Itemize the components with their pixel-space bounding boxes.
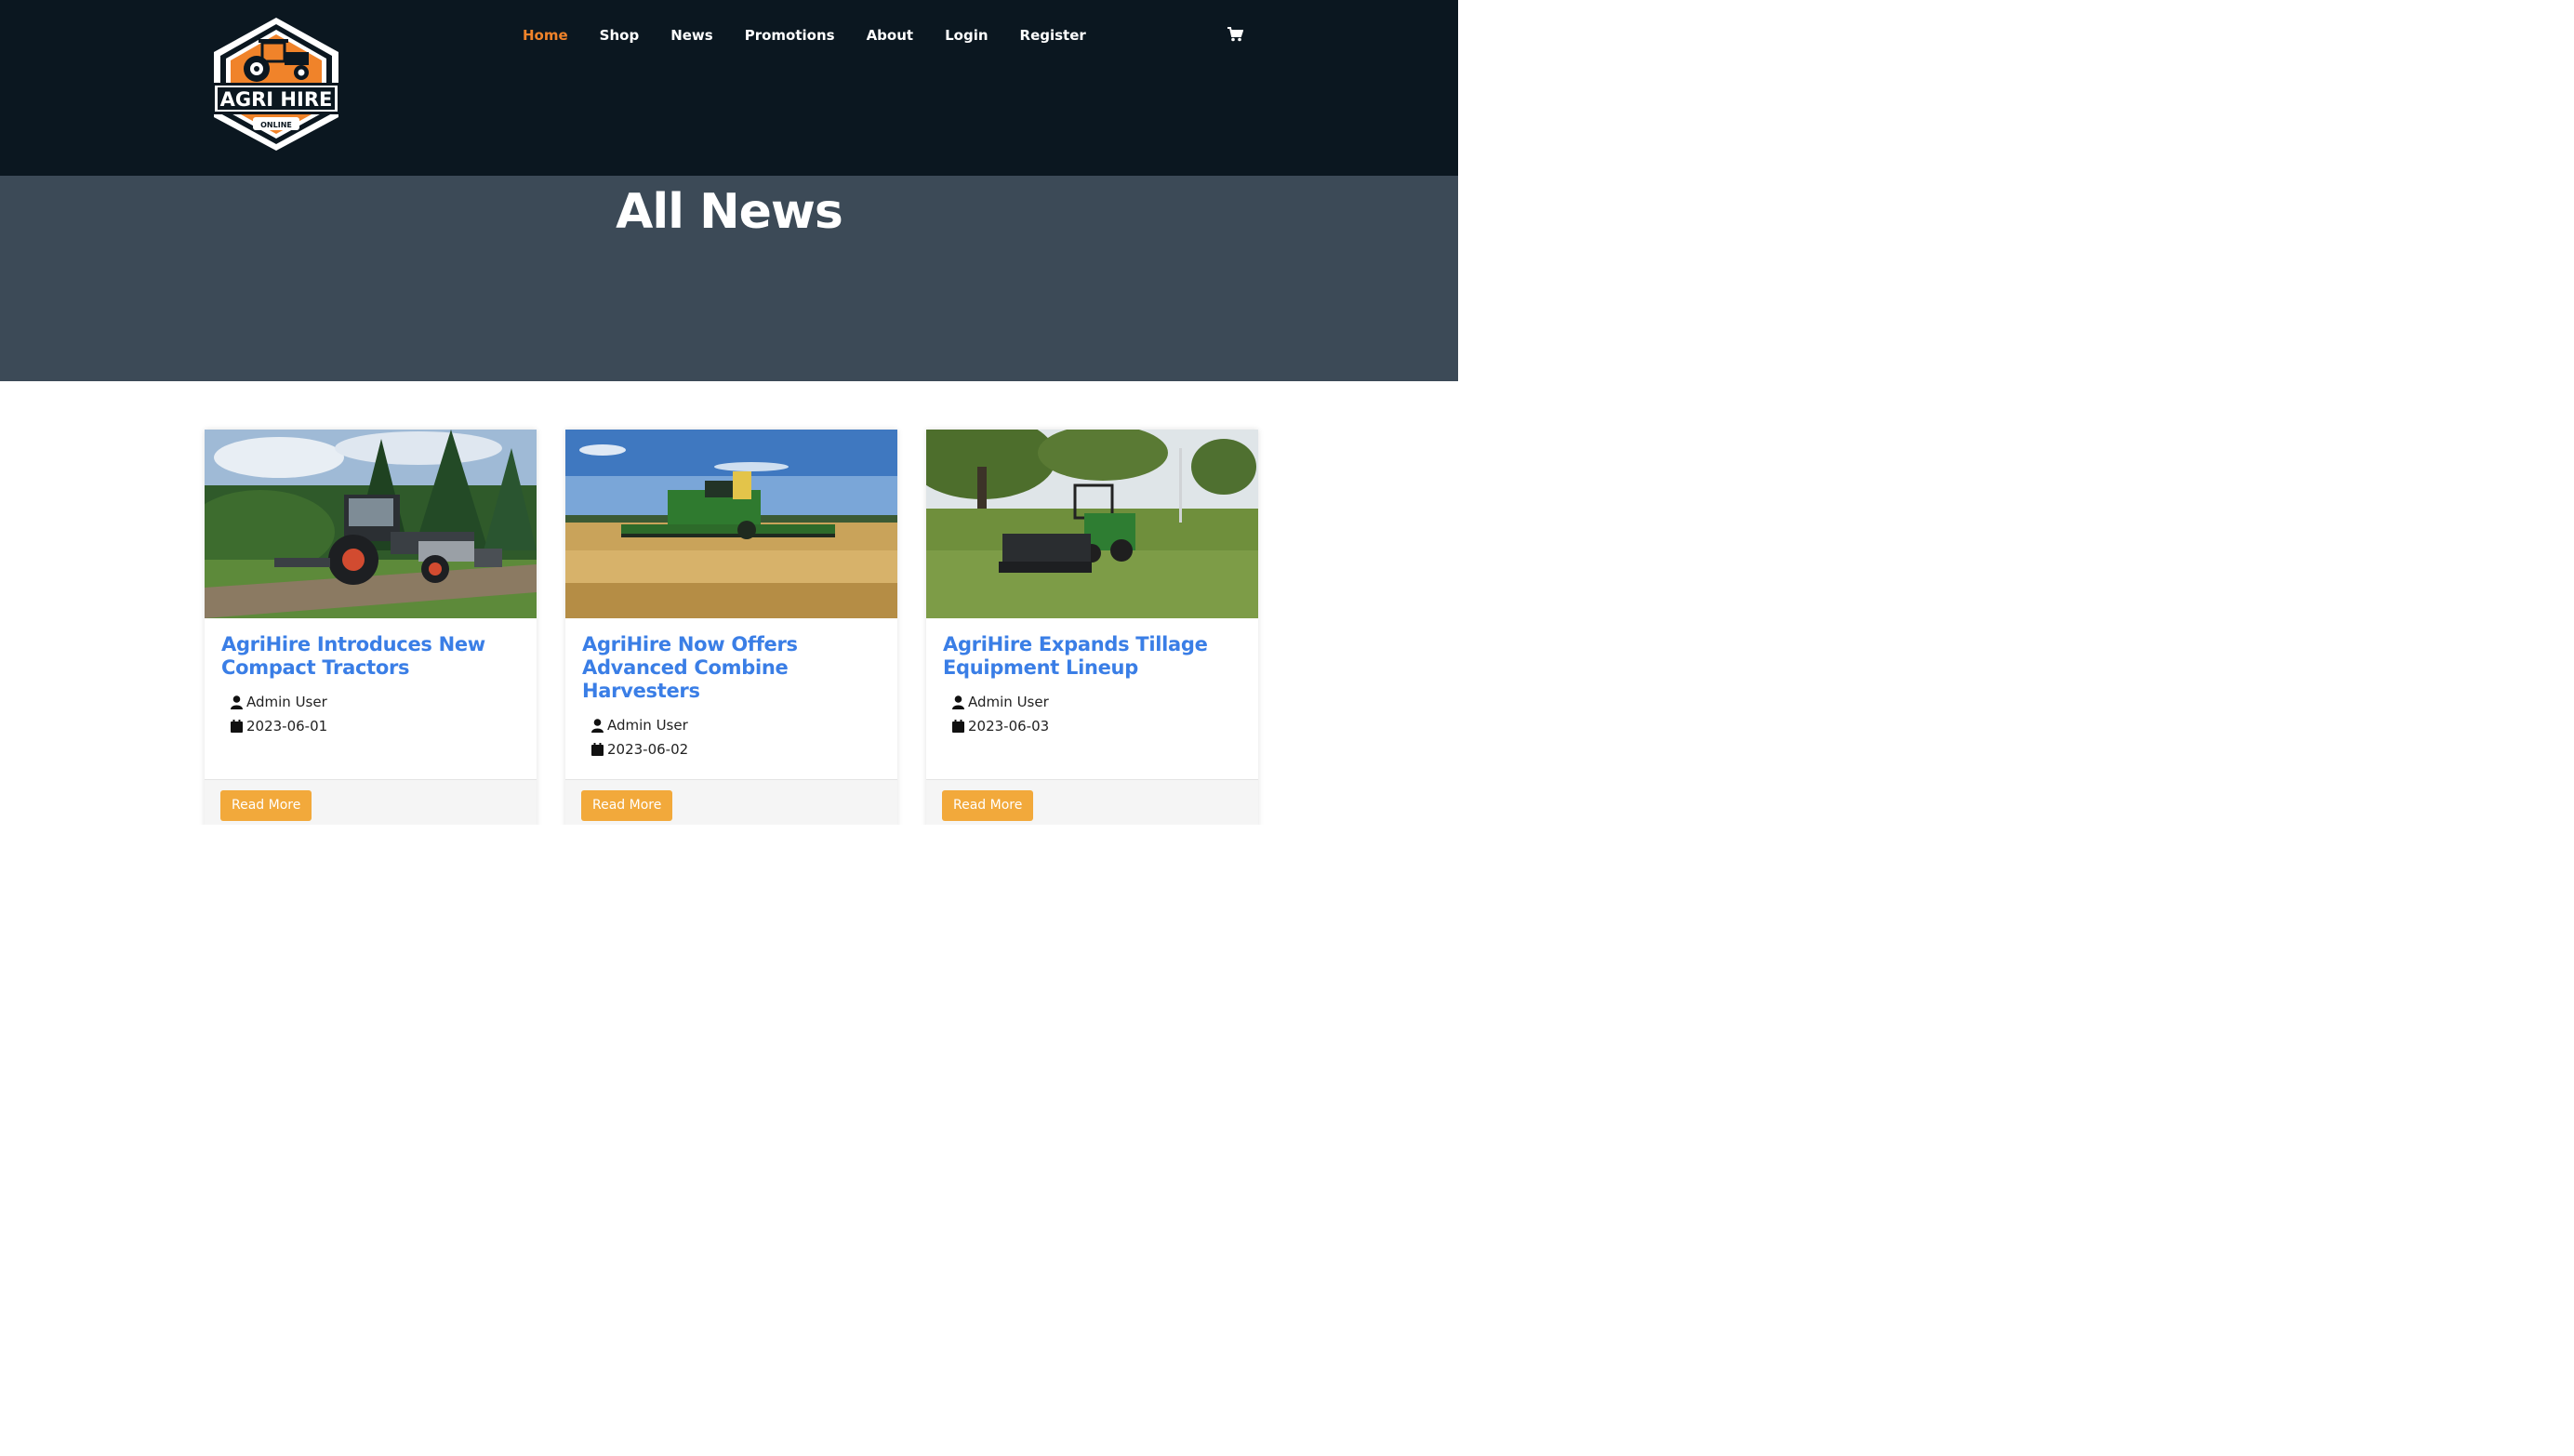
card-footer: Read More (926, 779, 1258, 825)
news-date-value: 2023-06-01 (246, 718, 328, 735)
nav-about[interactable]: About (867, 24, 914, 46)
calendar-icon (591, 743, 604, 756)
card-footer: Read More (565, 779, 897, 825)
logo-tagline: ONLINE (260, 121, 292, 129)
news-date-value: 2023-06-02 (607, 741, 689, 758)
news-card: AgriHire Introduces New Compact Tractors… (205, 430, 537, 825)
news-title[interactable]: AgriHire Now Offers Advanced Combine Har… (582, 633, 880, 703)
news-date: 2023-06-03 (952, 718, 1049, 735)
read-more-button[interactable]: Read More (220, 790, 312, 821)
news-card: AgriHire Expands Tillage Equipment Lineu… (926, 430, 1258, 825)
page-title: All News (616, 184, 843, 240)
nav-news[interactable]: News (670, 24, 713, 46)
cart-icon[interactable] (1227, 26, 1243, 43)
user-icon (952, 695, 964, 709)
news-author-name: Admin User (607, 717, 688, 734)
news-author: Admin User (231, 694, 327, 710)
news-author-name: Admin User (246, 694, 327, 710)
agri-hire-logo[interactable]: AGRI HIRE ONLINE (208, 15, 344, 152)
nav-shop[interactable]: Shop (600, 24, 640, 46)
nav-login[interactable]: Login (945, 24, 988, 46)
user-icon (231, 695, 243, 709)
news-image-compact-tractor[interactable] (205, 430, 537, 618)
site-header: AGRI HIRE ONLINE Home Shop News Promotio… (0, 0, 1458, 176)
logo-text: AGRI HIRE (220, 88, 333, 111)
news-author-name: Admin User (968, 694, 1049, 710)
card-footer: Read More (205, 779, 537, 825)
news-date: 2023-06-01 (231, 718, 327, 735)
news-author: Admin User (591, 717, 688, 734)
calendar-icon (952, 720, 964, 733)
main-nav: Home Shop News Promotions About Login Re… (523, 24, 1118, 46)
news-image-tillage-equipment[interactable] (926, 430, 1258, 618)
user-icon (591, 718, 604, 733)
nav-register[interactable]: Register (1020, 24, 1086, 46)
news-image-combine-harvester[interactable] (565, 430, 897, 618)
news-title[interactable]: AgriHire Expands Tillage Equipment Lineu… (943, 633, 1241, 680)
news-title[interactable]: AgriHire Introduces New Compact Tractors (221, 633, 519, 680)
news-date: 2023-06-02 (591, 741, 688, 758)
read-more-button[interactable]: Read More (942, 790, 1034, 821)
page: AGRI HIRE ONLINE Home Shop News Promotio… (0, 0, 1458, 825)
nav-promotions[interactable]: Promotions (745, 24, 835, 46)
news-card: AgriHire Now Offers Advanced Combine Har… (565, 430, 897, 825)
read-more-button[interactable]: Read More (581, 790, 673, 821)
calendar-icon (231, 720, 243, 733)
news-author: Admin User (952, 694, 1049, 710)
news-date-value: 2023-06-03 (968, 718, 1050, 735)
nav-home[interactable]: Home (523, 24, 568, 46)
